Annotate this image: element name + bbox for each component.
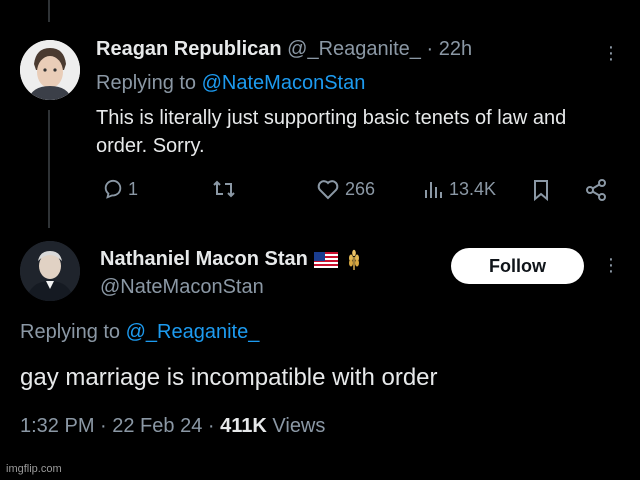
- retweet-button[interactable]: [212, 178, 236, 200]
- reply-icon: [104, 179, 122, 199]
- avatar-image: [20, 40, 80, 100]
- heart-icon: [317, 180, 339, 200]
- tweet2-author-name: Nathaniel Macon Stan: [100, 248, 308, 270]
- tweet1-author-name[interactable]: Reagan Republican: [96, 38, 282, 60]
- tweet2-body: gay marriage is incompatible with order: [20, 364, 438, 391]
- tweet2-handle[interactable]: @NateMaconStan: [100, 276, 264, 299]
- replying-to-mention[interactable]: @_Reaganite_: [126, 321, 260, 343]
- avatar-image: [20, 241, 80, 301]
- bookmark-icon: [534, 180, 548, 202]
- share-icon: [586, 179, 606, 201]
- views-button[interactable]: 13.4K: [423, 178, 496, 200]
- tweet2-author[interactable]: Nathaniel Macon Stan: [100, 248, 364, 271]
- analytics-icon: [425, 182, 442, 198]
- us-flag-icon: [313, 251, 338, 268]
- thread-connector-line: [48, 110, 50, 228]
- more-icon[interactable]: · · ·: [606, 249, 616, 281]
- wheat-icon: [348, 249, 359, 270]
- like-count: 266: [345, 178, 376, 199]
- replying-prefix: Replying to: [96, 72, 197, 94]
- tweet2-timestamp[interactable]: 1:32 PM · 22 Feb 24 ·: [20, 415, 215, 437]
- tweet2-meta: 1:32 PM · 22 Feb 24 · 411K Views: [20, 415, 325, 438]
- views-count: 13.4K: [449, 178, 497, 199]
- share-button[interactable]: [584, 178, 608, 202]
- tweet2-views-count: 411K: [220, 415, 267, 437]
- reply-count: 1: [128, 178, 139, 199]
- tweet2-replying-to: Replying to @_Reaganite_: [20, 321, 259, 344]
- tweet1-replying-to: Replying to @NateMaconStan: [96, 72, 365, 95]
- tweet1-header: Reagan Republican @_Reaganite_ · 22h: [96, 38, 472, 61]
- avatar-nathaniel-macon-stan[interactable]: [20, 241, 80, 301]
- watermark: imgflip.com: [6, 463, 62, 475]
- tweet2-views-label: Views: [272, 415, 326, 437]
- tweet1-body: This is literally just supporting basic …: [96, 107, 567, 157]
- replying-prefix: Replying to: [20, 321, 121, 343]
- more-icon[interactable]: · · ·: [606, 37, 616, 69]
- like-button[interactable]: 266: [316, 178, 375, 200]
- thread-line-top: [48, 0, 50, 22]
- bookmark-button[interactable]: [530, 178, 552, 202]
- replying-to-mention[interactable]: @NateMaconStan: [202, 72, 366, 94]
- tweet1-time[interactable]: 22h: [439, 38, 472, 60]
- avatar-reagan-republican[interactable]: [20, 40, 80, 100]
- retweet-icon: [213, 180, 235, 198]
- tweet1-handle[interactable]: @_Reaganite_: [287, 38, 421, 60]
- reply-button[interactable]: 1: [102, 178, 138, 200]
- follow-button[interactable]: Follow: [451, 248, 584, 284]
- tweet1-action-bar: 1 266 13.4K: [96, 178, 616, 206]
- tweet1-separator: ·: [426, 38, 434, 60]
